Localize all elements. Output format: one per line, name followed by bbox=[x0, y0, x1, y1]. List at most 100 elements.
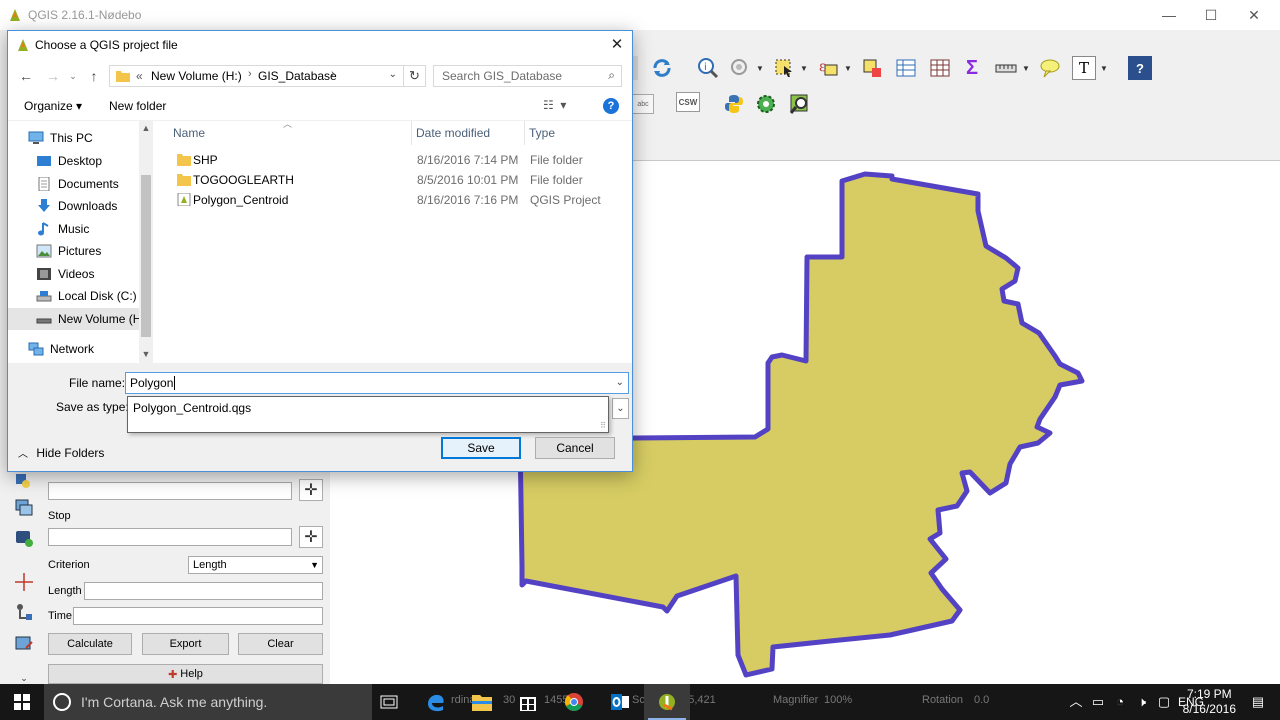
task-view-icon[interactable] bbox=[366, 684, 412, 720]
cortana-search-box[interactable]: I'm Cortana. Ask me anything. bbox=[44, 684, 372, 720]
outlook-icon[interactable] bbox=[597, 684, 643, 720]
start-button[interactable] bbox=[0, 684, 44, 720]
select-features-icon[interactable] bbox=[772, 56, 796, 80]
dropdown-arrow-icon[interactable]: ▼ bbox=[800, 64, 808, 73]
hide-folders-toggle[interactable]: ︿ Hide Folders bbox=[18, 445, 104, 460]
nav-item-videos[interactable]: Videos bbox=[8, 263, 138, 285]
show-desktop-button[interactable] bbox=[1250, 684, 1280, 720]
tool-add-feature-icon[interactable] bbox=[12, 470, 36, 494]
zoom-map-icon[interactable] bbox=[788, 92, 812, 116]
chrome-browser-icon[interactable] bbox=[551, 684, 597, 720]
taskbar-clock[interactable]: 7:19 PM 8/16/2016 bbox=[1183, 687, 1236, 717]
scroll-down-icon[interactable]: ▼ bbox=[139, 349, 153, 359]
nav-item-network[interactable]: Network bbox=[8, 338, 138, 360]
volume-muted-icon[interactable]: 🕨 bbox=[1134, 694, 1150, 710]
select-expression-icon[interactable]: ε bbox=[816, 56, 840, 80]
column-header-date[interactable]: Date modified bbox=[412, 121, 525, 145]
column-header-type[interactable]: Type bbox=[525, 121, 632, 145]
text-annotation-icon[interactable]: T bbox=[1072, 56, 1096, 80]
address-dropdown-icon[interactable]: ⌄ bbox=[389, 69, 397, 80]
battery-icon[interactable]: ▭ bbox=[1090, 694, 1106, 710]
file-row[interactable]: SHP 8/16/2016 7:14 PM File folder bbox=[153, 150, 632, 170]
dialog-close-button[interactable]: ✕ bbox=[602, 31, 632, 59]
nav-pane-scrollbar[interactable]: ▲ ▼ bbox=[139, 121, 153, 363]
collapse-chevron-icon[interactable]: ⌄ bbox=[12, 672, 36, 684]
view-options-icon[interactable]: ☷ ▾ bbox=[543, 98, 566, 112]
file-explorer-icon[interactable] bbox=[459, 684, 505, 720]
tray-overflow-icon[interactable]: ︿ bbox=[1068, 694, 1084, 710]
nav-item-music[interactable]: Music bbox=[8, 218, 138, 240]
python-console-icon[interactable] bbox=[722, 92, 746, 116]
breadcrumb-separator-icon[interactable]: › bbox=[248, 68, 252, 80]
new-folder-button[interactable]: New folder bbox=[109, 99, 166, 113]
search-box[interactable]: Search GIS_Database ⌕ bbox=[433, 65, 622, 87]
stop-pick-button[interactable]: ✛ bbox=[299, 526, 323, 548]
nav-item-local-disk[interactable]: Local Disk (C:) bbox=[8, 285, 138, 307]
dialog-help-button[interactable]: ? bbox=[603, 98, 619, 114]
store-icon[interactable] bbox=[505, 684, 551, 720]
breadcrumb-new-volume[interactable]: New Volume (H:) bbox=[151, 69, 242, 83]
recent-dropdown-icon[interactable]: ⌄ bbox=[64, 67, 82, 85]
forward-arrow-icon[interactable]: → bbox=[44, 67, 62, 85]
clear-button[interactable]: Clear bbox=[238, 633, 323, 655]
address-bar[interactable]: « New Volume (H:) › GIS_Database › ⌄ ↻ bbox=[109, 65, 426, 87]
nav-item-this-pc[interactable]: This PC bbox=[8, 127, 138, 149]
save-button[interactable]: Save bbox=[441, 437, 521, 459]
criterion-select[interactable]: Length ▼ bbox=[188, 556, 323, 574]
tool-crosshair-icon[interactable] bbox=[12, 570, 36, 594]
calculate-button[interactable]: Calculate bbox=[48, 633, 132, 655]
file-row[interactable]: Polygon_Centroid 8/16/2016 7:16 PM QGIS … bbox=[153, 190, 632, 210]
identify-icon[interactable]: i bbox=[696, 56, 720, 80]
minimize-button[interactable]: — bbox=[1146, 0, 1192, 30]
column-header-name[interactable]: Name ︿ bbox=[169, 119, 412, 145]
notification-message-icon[interactable]: ▢ bbox=[1156, 694, 1172, 710]
measure-icon[interactable] bbox=[994, 56, 1018, 80]
dropdown-arrow-icon[interactable]: ▼ bbox=[1022, 64, 1030, 73]
map-tips-icon[interactable] bbox=[1038, 56, 1062, 80]
csw-icon[interactable]: CSW bbox=[676, 92, 700, 112]
zoom-gear-icon[interactable] bbox=[728, 56, 752, 80]
help-button[interactable]: ✚ Help bbox=[48, 664, 323, 684]
up-arrow-icon[interactable]: ↑ bbox=[85, 67, 103, 85]
plugin-gear-icon[interactable] bbox=[754, 92, 778, 116]
tool-route-icon[interactable] bbox=[12, 600, 36, 624]
nav-item-downloads[interactable]: Downloads bbox=[8, 195, 138, 217]
chevron-down-icon[interactable]: ⌄ bbox=[616, 377, 624, 388]
cancel-button[interactable]: Cancel bbox=[535, 437, 615, 459]
label-tool-icon[interactable]: abc bbox=[632, 94, 654, 114]
wifi-icon[interactable]: ◔ bbox=[1112, 694, 1128, 710]
organize-button[interactable]: Organize ▾ bbox=[24, 99, 82, 113]
scroll-up-icon[interactable]: ▲ bbox=[139, 123, 153, 133]
breadcrumb-overflow[interactable]: « bbox=[136, 69, 143, 83]
breadcrumb-gis-database[interactable]: GIS_Database bbox=[258, 69, 337, 83]
nav-item-pictures[interactable]: Pictures bbox=[8, 240, 138, 262]
qgis-taskbar-icon[interactable] bbox=[644, 684, 690, 720]
tool-layer-edit-icon[interactable] bbox=[12, 632, 36, 656]
maximize-button[interactable]: ☐ bbox=[1188, 0, 1234, 30]
nav-item-new-volume[interactable]: New Volume (H: bbox=[8, 308, 139, 330]
dropdown-arrow-icon[interactable]: ▼ bbox=[756, 64, 764, 73]
stop-point-input[interactable] bbox=[48, 528, 292, 546]
tool-layer-stack-icon[interactable] bbox=[12, 496, 36, 520]
edge-browser-icon[interactable] bbox=[413, 684, 459, 720]
statistics-sum-icon[interactable]: Σ bbox=[960, 56, 984, 80]
refresh-icon[interactable]: ↻ bbox=[403, 66, 425, 86]
scrollbar-thumb[interactable] bbox=[141, 175, 151, 337]
tool-add-layer-icon[interactable] bbox=[12, 526, 36, 550]
back-arrow-icon[interactable]: ← bbox=[17, 67, 35, 85]
dropdown-arrow-icon[interactable]: ▼ bbox=[844, 64, 852, 73]
nav-item-documents[interactable]: Documents bbox=[8, 173, 138, 195]
resize-grip-icon[interactable]: ⠿ bbox=[600, 421, 606, 430]
autocomplete-option[interactable]: Polygon_Centroid.qgs bbox=[133, 401, 251, 415]
file-row[interactable]: TOGOOGLEARTH 8/5/2016 10:01 PM File fold… bbox=[153, 170, 632, 190]
dropdown-arrow-icon[interactable]: ▼ bbox=[1100, 64, 1108, 73]
refresh-icon[interactable] bbox=[650, 56, 674, 80]
start-point-input[interactable] bbox=[48, 482, 292, 500]
breadcrumb-separator-icon[interactable]: › bbox=[331, 68, 335, 80]
attribute-table-icon[interactable] bbox=[894, 56, 918, 80]
start-pick-button[interactable]: ✛ bbox=[299, 479, 323, 501]
file-name-input[interactable]: Polygon ⌄ bbox=[125, 372, 629, 394]
field-calculator-icon[interactable] bbox=[928, 56, 952, 80]
export-button[interactable]: Export bbox=[142, 633, 229, 655]
close-window-button[interactable]: ✕ bbox=[1231, 0, 1277, 30]
